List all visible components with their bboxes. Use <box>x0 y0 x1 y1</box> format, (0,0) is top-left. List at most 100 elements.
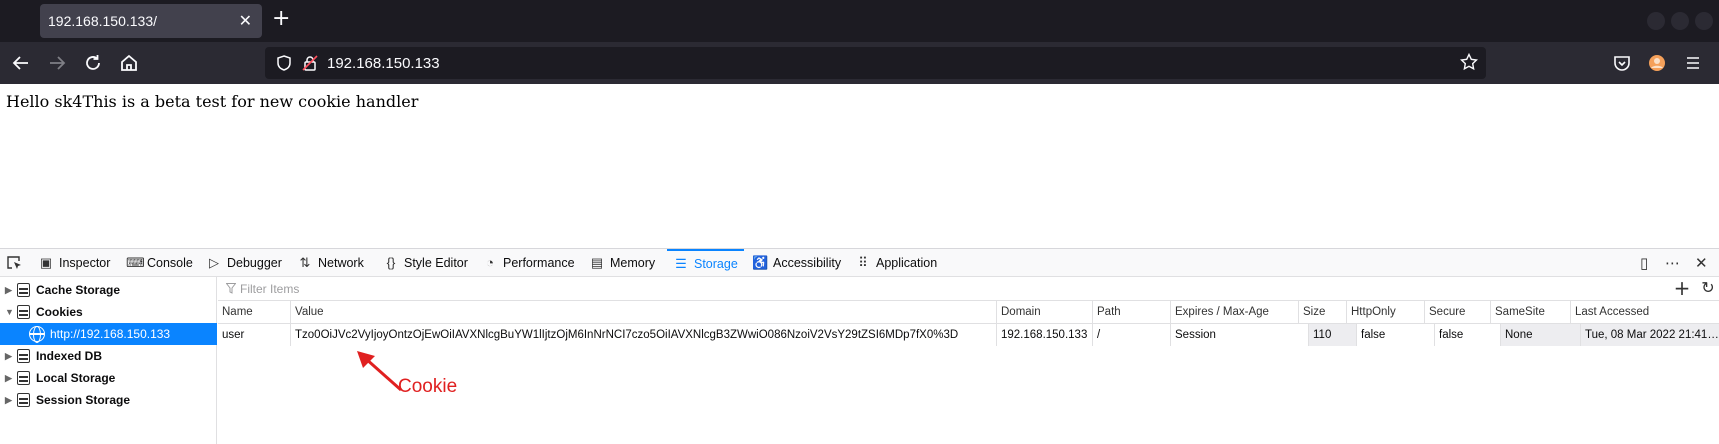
sidebar-item-indexed-db[interactable]: ▶ Indexed DB <box>0 345 217 367</box>
tab-accessibility[interactable]: ♿ Accessibility <box>752 249 841 276</box>
browser-tab[interactable]: 192.168.150.133/ ✕ <box>40 4 262 38</box>
cell-size[interactable]: 110 <box>1308 324 1356 346</box>
more-options-icon[interactable]: ⋯ <box>1665 255 1680 271</box>
expand-arrow-icon[interactable]: ▶ <box>5 345 12 367</box>
tab-label: Accessibility <box>773 256 842 270</box>
sidebar-item-cookies[interactable]: ▼ Cookies <box>0 301 217 323</box>
column-header-path[interactable]: Path <box>1092 301 1170 324</box>
column-header-expires[interactable]: Expires / Max-Age <box>1170 301 1298 324</box>
database-icon <box>17 371 30 385</box>
bookmark-star-icon[interactable] <box>1459 52 1479 71</box>
home-icon[interactable] <box>118 52 140 74</box>
cell-name[interactable]: user <box>218 324 290 346</box>
tab-network[interactable]: ⇅ Network <box>297 249 364 276</box>
tab-title: 192.168.150.133/ <box>48 13 157 29</box>
cell-secure[interactable]: false <box>1434 324 1500 346</box>
tab-application[interactable]: ⠿ Application <box>855 249 937 276</box>
column-header-domain[interactable]: Domain <box>996 301 1092 324</box>
debugger-icon: ▷ <box>209 255 219 270</box>
expand-arrow-icon[interactable]: ▶ <box>5 367 12 389</box>
tab-storage[interactable]: ☰ Storage <box>667 249 744 276</box>
tab-label: Network <box>318 256 364 270</box>
sidebar-item-label: Local Storage <box>36 371 116 385</box>
cell-domain[interactable]: 192.168.150.133 <box>996 324 1092 346</box>
cell-value[interactable]: Tzo0OiJVc2VyIjoyOntzOjEwOiIAVXNlcgBuYW1l… <box>290 324 996 346</box>
storage-icon: ☰ <box>675 256 687 271</box>
database-icon <box>17 393 30 407</box>
responsive-design-icon[interactable]: ▯ <box>1640 255 1648 271</box>
url-bar[interactable]: 192.168.150.133 <box>265 47 1486 79</box>
account-avatar-icon[interactable] <box>1647 53 1667 73</box>
page-text: Hello sk4This is a beta test for new coo… <box>6 92 419 111</box>
style-editor-icon: {} <box>386 255 396 270</box>
accessibility-icon: ♿ <box>752 255 769 270</box>
shield-icon[interactable] <box>276 55 292 71</box>
database-icon <box>17 349 30 363</box>
pocket-icon[interactable] <box>1612 53 1632 73</box>
cell-samesite[interactable]: None <box>1500 324 1580 346</box>
url-text[interactable]: 192.168.150.133 <box>327 55 440 72</box>
tab-label: Debugger <box>227 256 282 270</box>
tab-label: Console <box>147 256 193 270</box>
tab-close-icon[interactable]: ✕ <box>239 11 252 31</box>
element-picker-icon[interactable] <box>6 255 22 271</box>
tab-bar: 192.168.150.133/ ✕ + <box>0 0 1719 42</box>
collapse-arrow-icon[interactable]: ▼ <box>5 301 14 323</box>
sidebar-item-label: Cache Storage <box>36 283 121 297</box>
sidebar-item-label: Cookies <box>36 305 83 319</box>
cookie-table: Name Value Domain Path Expires / Max-Age… <box>218 301 1719 444</box>
tab-debugger[interactable]: ▷ Debugger <box>206 249 282 276</box>
tab-style-editor[interactable]: {} Style Editor <box>383 249 468 276</box>
tab-label: Application <box>876 256 938 270</box>
application-icon: ⠿ <box>858 255 868 270</box>
cell-httponly[interactable]: false <box>1356 324 1434 346</box>
filter-bar: + ↻ <box>218 277 1719 301</box>
column-header-samesite[interactable]: SameSite <box>1490 301 1570 324</box>
maximize-icon[interactable] <box>1671 12 1689 30</box>
sidebar-item-session-storage[interactable]: ▶ Session Storage <box>0 389 217 411</box>
new-tab-icon[interactable]: + <box>272 8 290 30</box>
sidebar-item-label: http://192.168.150.133 <box>50 327 171 341</box>
sidebar-item-label: Session Storage <box>36 393 131 407</box>
column-header-secure[interactable]: Secure <box>1424 301 1490 324</box>
sidebar-item-local-storage[interactable]: ▶ Local Storage <box>0 367 217 389</box>
tab-label: Inspector <box>59 256 111 270</box>
reload-icon[interactable] <box>82 52 104 74</box>
column-header-size[interactable]: Size <box>1298 301 1346 324</box>
tab-label: Storage <box>694 257 738 271</box>
close-devtools-icon[interactable]: ✕ <box>1695 255 1708 271</box>
page-content: Hello sk4This is a beta test for new coo… <box>0 84 1719 248</box>
back-icon[interactable] <box>10 52 32 74</box>
minimize-icon[interactable] <box>1647 12 1665 30</box>
performance-icon: ◔ <box>486 255 494 270</box>
inspector-icon: ▣ <box>39 255 53 270</box>
menu-icon[interactable] <box>1683 53 1703 73</box>
column-header-value[interactable]: Value <box>290 301 930 324</box>
column-header-name[interactable]: Name <box>218 301 290 324</box>
lock-insecure-icon[interactable] <box>302 55 318 71</box>
expand-arrow-icon[interactable]: ▶ <box>5 389 12 411</box>
refresh-icon[interactable]: ↻ <box>1698 279 1718 299</box>
sidebar-item-cache-storage[interactable]: ▶ Cache Storage <box>0 279 217 301</box>
tab-performance[interactable]: ◔ Performance <box>482 249 575 276</box>
sidebar-item-cookie-host[interactable]: http://192.168.150.133 <box>0 323 217 345</box>
expand-arrow-icon[interactable]: ▶ <box>5 279 12 301</box>
column-header-last-accessed[interactable]: Last Accessed <box>1570 301 1719 324</box>
column-header-httponly[interactable]: HttpOnly <box>1346 301 1424 324</box>
cell-path[interactable]: / <box>1092 324 1170 346</box>
close-window-icon[interactable] <box>1695 12 1713 30</box>
tab-inspector[interactable]: ▣ Inspector <box>38 249 111 276</box>
cell-expires[interactable]: Session <box>1170 324 1298 346</box>
tab-label: Style Editor <box>404 256 468 270</box>
filter-input[interactable] <box>218 277 1618 300</box>
cell-last-accessed[interactable]: Tue, 08 Mar 2022 21:41:... <box>1580 324 1719 346</box>
tab-memory[interactable]: ▤ Memory <box>589 249 655 276</box>
add-item-icon[interactable]: + <box>1672 278 1692 299</box>
tab-console[interactable]: ⌨ Console <box>126 249 193 276</box>
tab-label: Memory <box>610 256 656 270</box>
table-row[interactable]: user Tzo0OiJVc2VyIjoyOntzOjEwOiIAVXNlcgB… <box>218 324 1719 346</box>
tab-label: Performance <box>503 256 575 270</box>
forward-icon[interactable] <box>46 52 68 74</box>
table-header: Name Value Domain Path Expires / Max-Age… <box>218 301 1719 324</box>
globe-icon <box>29 326 45 343</box>
